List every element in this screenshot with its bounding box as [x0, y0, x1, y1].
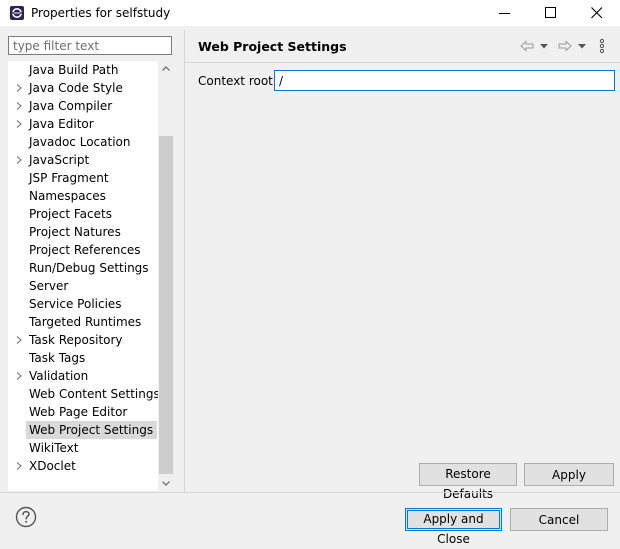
- tree-item-label: Task Repository: [29, 333, 123, 347]
- tree-item[interactable]: Targeted Runtimes: [8, 313, 158, 331]
- apply-button[interactable]: Apply: [524, 463, 614, 486]
- tree-item[interactable]: Project Natures: [8, 223, 158, 241]
- tree-item-label: Service Policies: [29, 297, 122, 311]
- tree-item-label: Run/Debug Settings: [29, 261, 149, 275]
- chevron-right-icon[interactable]: [14, 461, 24, 471]
- tree-item[interactable]: WikiText: [8, 439, 158, 457]
- tree-item[interactable]: Run/Debug Settings: [8, 259, 158, 277]
- panel-divider[interactable]: [184, 30, 185, 492]
- tree-item-label: JSP Fragment: [29, 171, 109, 185]
- tree-item-label: Server: [29, 279, 69, 293]
- close-button[interactable]: [574, 0, 620, 26]
- restore-defaults-button[interactable]: Restore Defaults: [419, 463, 517, 501]
- help-icon[interactable]: [15, 506, 37, 528]
- context-root-label: Context root:: [198, 74, 277, 88]
- tree-item[interactable]: Project Facets: [8, 205, 158, 223]
- chevron-right-icon[interactable]: [14, 83, 24, 93]
- back-arrow-icon[interactable]: [519, 37, 535, 55]
- tree-item-label: Java Build Path: [29, 63, 119, 77]
- tree-item-label: Web Project Settings: [26, 421, 158, 439]
- maximize-icon: [545, 7, 556, 18]
- context-root-field[interactable]: [274, 70, 615, 91]
- tree-item[interactable]: XDoclet: [8, 457, 158, 475]
- back-dropdown-icon[interactable]: [539, 37, 549, 55]
- page-title: Web Project Settings: [198, 39, 347, 54]
- tree-item[interactable]: Web Project Settings: [8, 421, 158, 439]
- scroll-down-icon[interactable]: [161, 478, 171, 488]
- tree-item-label: Project References: [29, 243, 141, 257]
- tree-item[interactable]: Java Build Path: [8, 61, 158, 79]
- minimize-icon: [499, 13, 510, 14]
- cancel-button[interactable]: Cancel: [510, 508, 608, 531]
- maximize-button[interactable]: [528, 0, 574, 26]
- scrollbar-thumb[interactable]: [159, 136, 173, 474]
- tree-item[interactable]: Namespaces: [8, 187, 158, 205]
- tree-item[interactable]: JavaScript: [8, 151, 158, 169]
- tree-item-label: Java Code Style: [29, 81, 123, 95]
- minimize-button[interactable]: [482, 0, 528, 26]
- page-navigation: [519, 37, 611, 55]
- tree-item[interactable]: Service Policies: [8, 295, 158, 313]
- tree-item[interactable]: Server: [8, 277, 158, 295]
- tree-scrollbar[interactable]: [158, 61, 174, 491]
- tree-item-label: Web Page Editor: [29, 405, 128, 419]
- tree-item[interactable]: Web Content Settings: [8, 385, 158, 403]
- window-title: Properties for selfstudy: [31, 6, 171, 20]
- tree-item[interactable]: Project References: [8, 241, 158, 259]
- apply-and-close-button[interactable]: Apply and Close: [405, 508, 502, 546]
- view-menu-icon[interactable]: [598, 37, 606, 55]
- tree-item-label: Validation: [29, 369, 89, 383]
- tree-item-label: Project Facets: [29, 207, 112, 221]
- tree-item[interactable]: Task Repository: [8, 331, 158, 349]
- focus-ring: [407, 510, 500, 529]
- forward-dropdown-icon[interactable]: [577, 37, 587, 55]
- tree-item[interactable]: Javadoc Location: [8, 133, 158, 151]
- tree-item-label: Web Content Settings: [29, 387, 158, 401]
- chevron-right-icon[interactable]: [14, 155, 24, 165]
- tree-item-label: Java Editor: [29, 117, 94, 131]
- property-page-tree: Java Build Path Java Code Style Java Compi…: [8, 61, 158, 491]
- tree-item-label: WikiText: [29, 441, 79, 455]
- scroll-up-icon[interactable]: [161, 64, 171, 74]
- footer-separator: [0, 492, 620, 493]
- forward-arrow-icon[interactable]: [557, 37, 573, 55]
- tree-item[interactable]: Task Tags: [8, 349, 158, 367]
- tree-item-label: JavaScript: [29, 153, 90, 167]
- tree-item[interactable]: JSP Fragment: [8, 169, 158, 187]
- tree-item[interactable]: Validation: [8, 367, 158, 385]
- context-root-input[interactable]: [275, 71, 614, 90]
- tree-item-label: XDoclet: [29, 459, 76, 473]
- tree-item-label: Java Compiler: [29, 99, 113, 113]
- tree-item-label: Task Tags: [29, 351, 86, 365]
- filter-input[interactable]: [9, 37, 171, 54]
- chevron-right-icon[interactable]: [14, 371, 24, 381]
- tree-item[interactable]: Java Editor: [8, 115, 158, 133]
- filter-field[interactable]: [8, 36, 172, 55]
- chevron-right-icon[interactable]: [14, 101, 24, 111]
- tree-item-label: Javadoc Location: [29, 135, 131, 149]
- tree-item[interactable]: Java Code Style: [8, 79, 158, 97]
- title-bar: Properties for selfstudy: [0, 0, 620, 26]
- header-separator: [185, 62, 620, 63]
- tree-item-label: Targeted Runtimes: [29, 315, 142, 329]
- tree-item-label: Project Natures: [29, 225, 121, 239]
- tree-item[interactable]: Web Page Editor: [8, 403, 158, 421]
- close-icon: [591, 7, 603, 19]
- tree-item-label: Namespaces: [29, 189, 106, 203]
- chevron-right-icon[interactable]: [14, 119, 24, 129]
- tree-item[interactable]: Java Compiler: [8, 97, 158, 115]
- eclipse-icon: [10, 6, 24, 20]
- chevron-right-icon[interactable]: [14, 335, 24, 345]
